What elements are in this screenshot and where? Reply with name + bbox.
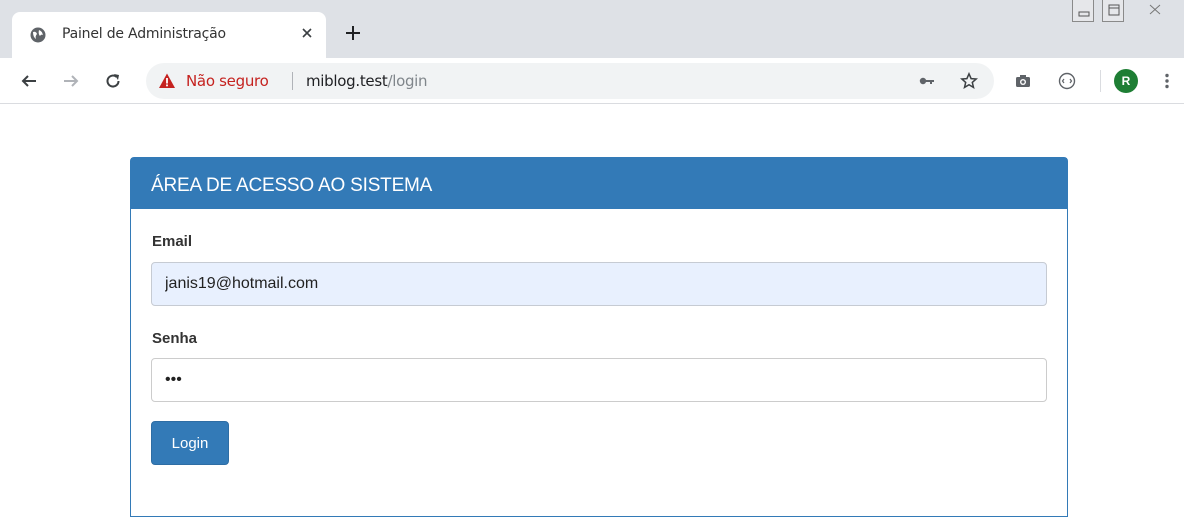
browser-toolbar: Não seguro miblog.test/login R: [0, 58, 1184, 104]
login-panel: ÁREA DE ACESSO AO SISTEMA Email Senha Lo…: [130, 157, 1068, 517]
menu-dots-icon[interactable]: [1158, 72, 1176, 90]
security-status[interactable]: Não seguro: [186, 72, 269, 90]
login-button[interactable]: Login: [151, 421, 229, 465]
url-text[interactable]: miblog.test/login: [306, 72, 428, 90]
key-icon[interactable]: [918, 72, 936, 90]
close-window-icon: [1149, 4, 1161, 15]
bookmark-star-icon[interactable]: [960, 72, 978, 90]
window-controls: [1068, 0, 1184, 26]
extension-icon[interactable]: [1058, 72, 1076, 90]
tab-title: Painel de Administração: [62, 26, 226, 42]
close-tab-icon[interactable]: [299, 25, 315, 41]
browser-tab[interactable]: Painel de Administração: [12, 12, 326, 58]
close-window-button[interactable]: [1144, 0, 1166, 22]
url-path: /login: [387, 72, 428, 90]
maximize-button[interactable]: [1102, 0, 1124, 22]
url-host: miblog.test: [306, 72, 388, 90]
password-field[interactable]: [151, 358, 1047, 402]
globe-icon: [30, 27, 46, 43]
forward-arrow-icon[interactable]: [62, 72, 80, 90]
address-bar[interactable]: Não seguro miblog.test/login: [146, 63, 994, 99]
panel-heading: ÁREA DE ACESSO AO SISTEMA: [131, 158, 1067, 209]
minimize-button[interactable]: [1072, 0, 1094, 22]
tab-strip: Painel de Administração: [0, 0, 1184, 58]
email-field[interactable]: [151, 262, 1047, 306]
maximize-icon: [1108, 4, 1120, 16]
camera-icon[interactable]: [1014, 72, 1032, 90]
minimize-icon: [1078, 11, 1090, 17]
warning-icon[interactable]: [158, 72, 176, 90]
toolbar-divider: [1100, 70, 1101, 92]
reload-icon[interactable]: [104, 72, 122, 90]
new-tab-icon[interactable]: [344, 24, 362, 42]
divider: [292, 72, 293, 90]
back-arrow-icon[interactable]: [20, 72, 38, 90]
password-label: Senha: [152, 330, 198, 347]
email-label: Email: [152, 233, 193, 250]
profile-avatar[interactable]: R: [1114, 69, 1138, 93]
